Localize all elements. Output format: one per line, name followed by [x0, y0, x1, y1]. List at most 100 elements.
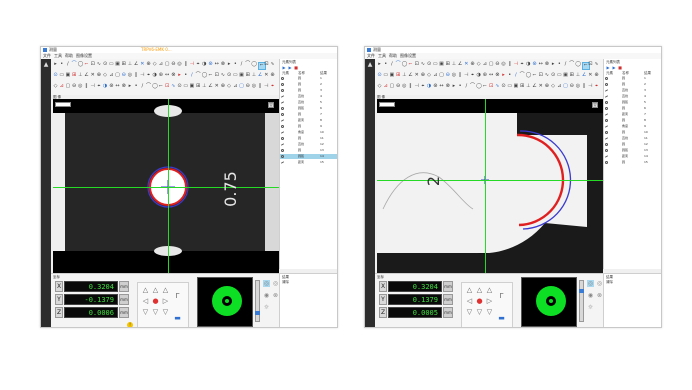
toolbar-tool-icon[interactable]: ⊖: [245, 84, 250, 89]
list-next-icon[interactable]: ▶: [288, 66, 292, 70]
light-mode-coax-icon[interactable]: ◎: [272, 280, 279, 287]
toolbar-tool-icon[interactable]: ⊖: [495, 62, 500, 67]
image-overlay-button[interactable]: ▽: [268, 102, 274, 108]
list-item[interactable]: 直线 4: [604, 94, 661, 99]
toolbar-tool-icon[interactable]: ⌐: [84, 62, 89, 67]
toolbar-tool-icon[interactable]: •: [458, 84, 463, 89]
toolbar-tool-icon[interactable]: ◎: [251, 84, 256, 89]
toolbar-tool-icon[interactable]: ⊖: [72, 84, 77, 89]
jog-z-up-icon[interactable]: △: [486, 287, 493, 294]
toolbar-tool-icon[interactable]: ▭: [507, 84, 512, 89]
toolbar-tool-icon[interactable]: ▭: [557, 73, 562, 78]
measure-mode-icon[interactable]: ▲: [43, 62, 49, 68]
toolbar-tool-icon[interactable]: ▣: [189, 84, 195, 89]
toolbar-tool-icon[interactable]: ⊣: [264, 84, 269, 89]
toolbar-tool-icon[interactable]: ⊕: [146, 62, 151, 67]
toolbar-tool-icon[interactable]: ⊙: [103, 62, 108, 67]
toolbar-tool-icon[interactable]: ◑: [476, 73, 481, 78]
toolbar-tool-icon[interactable]: ∿: [96, 62, 101, 67]
list-item[interactable]: 圆3: [280, 88, 337, 93]
toolbar-tool-icon[interactable]: ⊥: [202, 84, 207, 89]
toolbar-tool-icon[interactable]: ⊥: [575, 73, 580, 78]
clear-results-button[interactable]: 清除: [606, 280, 613, 284]
toolbar-tool-icon[interactable]: ⌒: [396, 62, 401, 67]
toolbar-tool-icon[interactable]: ∥: [84, 84, 89, 89]
toolbar-tool-icon[interactable]: ⊞: [121, 62, 126, 67]
toolbar-tool-icon[interactable]: ⌖: [96, 84, 101, 89]
list-item[interactable]: 圆 10: [604, 130, 661, 135]
toolbar-tool-icon[interactable]: ⊛: [208, 62, 213, 67]
list-play-icon[interactable]: ▶: [606, 66, 610, 70]
toolbar-tool-icon[interactable]: ⊗: [220, 62, 225, 67]
light-setting-icon[interactable]: ☼: [587, 304, 594, 311]
toolbar-tool-icon[interactable]: ⊿: [557, 84, 562, 89]
toolbar-tool-icon[interactable]: ⊕: [220, 84, 225, 89]
toolbar-tool-icon[interactable]: ⌒: [245, 62, 250, 67]
toolbar-tool-icon[interactable]: ∕: [389, 62, 394, 67]
axis-zero-x-button[interactable]: mm: [119, 281, 129, 292]
toolbar-tool-icon[interactable]: ▢: [239, 84, 244, 89]
toolbar-tool-icon[interactable]: ▢: [563, 84, 568, 89]
toolbar-tool-icon[interactable]: ⊗: [121, 84, 126, 89]
toolbar-tool-icon[interactable]: ⊣: [513, 62, 518, 67]
toolbar-tool-icon[interactable]: ◯: [78, 62, 84, 67]
toolbar-tool-icon[interactable]: ▸: [377, 62, 382, 67]
list-play-icon[interactable]: ▶: [282, 66, 286, 70]
toolbar-tool-icon[interactable]: ↔: [115, 84, 120, 89]
toolbar-tool-icon[interactable]: ⊖: [121, 73, 126, 78]
jog-down-icon[interactable]: ▽: [476, 309, 483, 316]
toolbar-tool-icon[interactable]: ▸: [227, 62, 232, 67]
toolbar-tool-icon[interactable]: ▸: [451, 84, 456, 89]
jog-z-up-icon[interactable]: △: [162, 287, 169, 294]
toolbar-tool-icon[interactable]: ⊕: [270, 73, 275, 78]
list-item[interactable]: 直线 11: [604, 136, 661, 141]
light-intensity-slider[interactable]: [255, 280, 260, 322]
list-item[interactable]: 圆 15: [604, 160, 661, 165]
list-item[interactable]: 圆 12: [604, 142, 661, 147]
list-item[interactable]: 圆2: [604, 82, 661, 87]
toolbar-tool-icon[interactable]: ∥: [258, 84, 263, 89]
toolbar-tool-icon[interactable]: ▣: [115, 62, 120, 67]
toolbar-tool-icon[interactable]: ∠: [84, 73, 89, 78]
toolbar-tool-icon[interactable]: ↔: [489, 73, 494, 78]
jog-left-icon[interactable]: ◁: [142, 298, 149, 305]
jog-up-left-icon[interactable]: △: [142, 287, 149, 294]
jog-z-down-icon[interactable]: ▽: [486, 309, 493, 316]
toolbar-tool-icon[interactable]: ⊗: [495, 73, 500, 78]
toolbar-tool-icon[interactable]: ⊞: [445, 62, 450, 67]
toolbar-tool-icon[interactable]: ∥: [507, 62, 512, 67]
toolbar-tool-icon[interactable]: ∕: [65, 62, 70, 67]
toolbar-tool-icon[interactable]: •: [383, 62, 388, 67]
toolbar-tool-icon[interactable]: ∿: [495, 84, 500, 89]
toolbar-tool-icon[interactable]: ∕: [239, 62, 244, 67]
toolbar-tool-icon[interactable]: ◯: [202, 73, 208, 78]
toolbar-tool-icon[interactable]: ∠: [208, 84, 213, 89]
toolbar-tool-icon[interactable]: ∕: [563, 62, 568, 67]
toolbar-tool-icon[interactable]: ⊿: [109, 73, 114, 78]
jog-mode-icon[interactable]: ▬: [498, 315, 505, 322]
toolbar-tool-icon[interactable]: ⊣: [189, 62, 194, 67]
jog-down-icon[interactable]: ▽: [152, 309, 159, 316]
toolbar-tool-icon[interactable]: ◎: [127, 73, 132, 78]
toolbar-tool-icon[interactable]: ◑: [202, 62, 207, 67]
list-item[interactable]: 角度 10: [280, 130, 337, 135]
list-item[interactable]: 圆8: [604, 118, 661, 123]
toolbar-tool-icon[interactable]: ◇: [53, 84, 58, 89]
list-item[interactable]: 距离 15: [280, 160, 337, 165]
jog-stop-icon[interactable]: ●: [152, 298, 159, 305]
toolbar-tool-icon[interactable]: ⌖: [420, 84, 425, 89]
toolbar-tool-icon[interactable]: ⊡: [588, 62, 593, 67]
toolbar-tool-icon[interactable]: ⌒: [196, 73, 201, 78]
toolbar-tool-icon[interactable]: ◯: [575, 62, 581, 67]
toolbar-tool-icon[interactable]: ⊙: [227, 73, 232, 78]
slider-knob[interactable]: [579, 289, 584, 293]
toolbar-tool-icon[interactable]: ⊛: [482, 73, 487, 78]
toolbar-tool-icon[interactable]: ◑: [526, 62, 531, 67]
toolbar-tool-icon[interactable]: ⌒: [72, 62, 77, 67]
toolbar-tool-icon[interactable]: ◎: [402, 84, 407, 89]
toolbar-tool-icon[interactable]: ⊥: [526, 84, 531, 89]
toolbar-tool-icon[interactable]: ⊥: [127, 62, 132, 67]
toolbar-tool-icon[interactable]: ◯: [526, 73, 532, 78]
toolbar-tool-icon[interactable]: ∠: [532, 84, 537, 89]
toolbar-tool-icon[interactable]: ◯: [402, 62, 408, 67]
